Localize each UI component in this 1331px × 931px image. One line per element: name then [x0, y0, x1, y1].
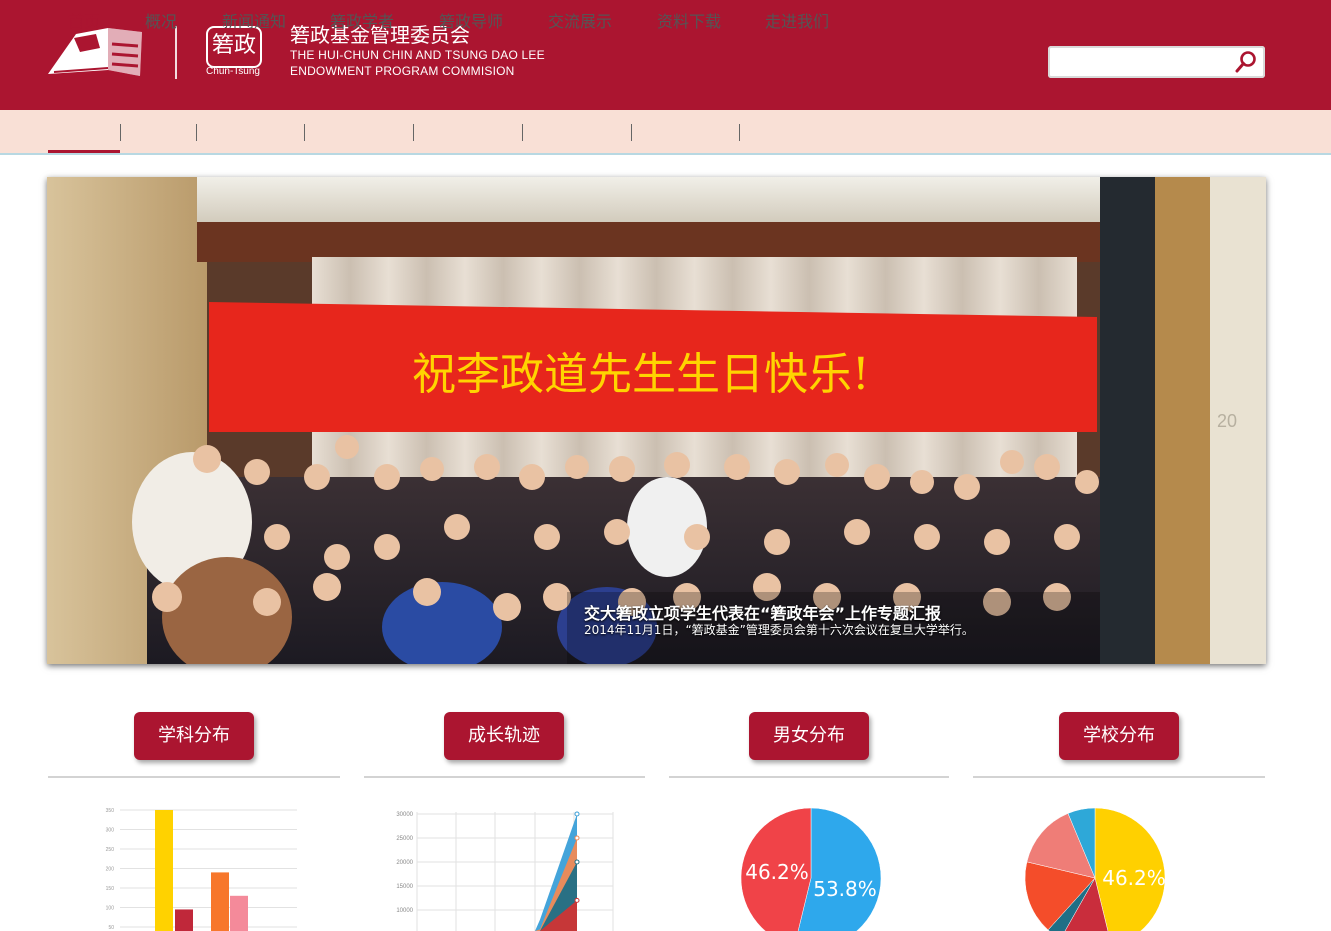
nav-item-exchange[interactable]: 交流展示	[532, 0, 628, 43]
section-divider	[48, 776, 340, 778]
photo-slider[interactable]: 祝李政道先生生日快乐! 20	[47, 177, 1266, 664]
seal-subtitle: Chun-Tsung	[206, 66, 260, 77]
data-point	[574, 859, 580, 865]
section-divider	[669, 776, 949, 778]
y-tick-label: 200	[106, 867, 115, 873]
data-point	[574, 835, 580, 841]
nav-item-mentors[interactable]: 箬政导师	[423, 0, 519, 43]
y-tick-label: 30000	[396, 812, 413, 818]
y-tick-label: 25000	[396, 836, 413, 842]
nav-item-downloads[interactable]: 资料下载	[641, 0, 737, 43]
nav-separator	[120, 124, 121, 141]
nav-separator	[631, 124, 632, 141]
growth-area-chart: 10000 15000 20000 25000 30000	[396, 811, 614, 931]
y-tick-label: 150	[106, 886, 115, 892]
data-point	[574, 897, 580, 903]
slide-caption-text: 2014年11月1日，“箬政基金”管理委员会第十六次会议在复旦大学举行。	[584, 623, 974, 637]
search-icon[interactable]	[1234, 50, 1258, 74]
banner-text: 祝李政道先生生日快乐!	[412, 349, 870, 400]
nav-separator	[196, 124, 197, 141]
main-nav	[0, 110, 1331, 155]
bar	[211, 872, 229, 931]
growth-track-button[interactable]: 成长轨迹	[444, 712, 564, 760]
section-divider	[973, 776, 1265, 778]
org-name-en-line2: ENDOWMENT PROGRAM COMMISION	[290, 64, 515, 78]
gender-distribution-button[interactable]: 男女分布	[749, 712, 869, 760]
y-tick-label: 100	[106, 906, 115, 912]
org-name-en-line1: THE HUI-CHUN CHIN AND TSUNG DAO LEE	[290, 48, 545, 62]
nav-item-scholars[interactable]: 箬政学者	[314, 0, 410, 43]
section-divider	[364, 776, 645, 778]
y-tick-label: 10000	[396, 908, 413, 914]
pie-label: 46.2%	[745, 860, 809, 884]
school-pie-chart: 46.2%	[1024, 807, 1166, 931]
nav-separator	[739, 124, 740, 141]
bar	[230, 895, 248, 931]
pie-label: 53.8%	[813, 877, 877, 901]
search-input[interactable]	[1054, 51, 1228, 75]
nav-item-overview[interactable]: 概况	[128, 0, 194, 43]
bar	[175, 909, 193, 931]
y-tick-label: 50	[108, 925, 114, 931]
svg-text:20: 20	[1217, 411, 1237, 431]
slide-photo: 祝李政道先生生日快乐! 20	[47, 177, 1266, 664]
y-tick-label: 15000	[396, 884, 413, 890]
gender-pie-chart: 53.8%46.2%	[740, 807, 882, 931]
search-box	[1048, 46, 1265, 78]
bar	[155, 810, 173, 931]
y-tick-label: 250	[106, 847, 115, 853]
nav-item-about[interactable]: 走进我们	[749, 0, 845, 43]
discipline-bar-chart: 50 100 150 200 250 300 350	[106, 808, 297, 931]
y-tick-label: 20000	[396, 860, 413, 866]
nav-item-news[interactable]: 新闻通知	[206, 0, 302, 43]
discipline-distribution-button[interactable]: 学科分布	[134, 712, 254, 760]
nav-separator	[413, 124, 414, 141]
y-tick-label: 300	[106, 828, 115, 834]
y-tick-label: 350	[106, 808, 115, 814]
nav-active-indicator	[48, 150, 120, 153]
school-distribution-button[interactable]: 学校分布	[1059, 712, 1179, 760]
nav-separator	[522, 124, 523, 141]
nav-separator	[304, 124, 305, 141]
slide-caption-title[interactable]: 交大箬政立项学生代表在“箬政年会”上作专题汇报	[584, 600, 941, 624]
data-point	[574, 811, 580, 817]
nav-item-home[interactable]: 首页	[48, 0, 120, 43]
pie-label: 46.2%	[1102, 866, 1166, 890]
